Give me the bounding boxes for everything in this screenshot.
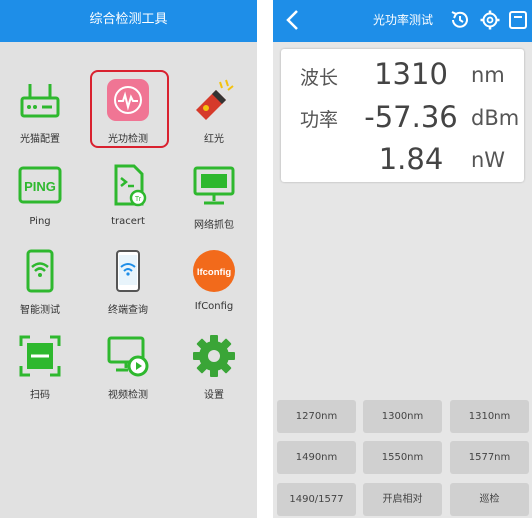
optical-power-icon (107, 79, 149, 121)
terminal-phone-icon (116, 250, 140, 292)
tool-label: 终端查询 (108, 305, 148, 316)
tool-label: Ping (29, 216, 51, 227)
tool-ping[interactable]: PING Ping (0, 164, 80, 244)
tool-label: 光功检测 (108, 134, 148, 145)
wavelength-label: 波长 (300, 67, 339, 89)
tool-smart-test[interactable]: 智能测试 (0, 249, 80, 329)
tool-optical-power[interactable]: 光功检测 (88, 78, 168, 158)
wavelength-1270-button[interactable]: 1270nm (277, 400, 356, 433)
tool-settings[interactable]: 设置 (174, 334, 254, 414)
wavelength-1300-button[interactable]: 1300nm (363, 400, 442, 433)
power-nw-value: 1.84 (378, 142, 444, 176)
red-light-flashlight-icon (196, 79, 234, 120)
power-nw-unit: nW (471, 148, 506, 172)
scan-icon (19, 335, 61, 377)
tool-tracert[interactable]: Tr tracert (88, 164, 168, 244)
ifconfig-icon: Ifconfig (193, 250, 235, 292)
optical-power-title: 光功率测试 (372, 13, 433, 27)
svg-text:Tr: Tr (135, 196, 142, 203)
tool-label: 扫码 (30, 390, 50, 401)
tools-panel: 综合检测工具 光猫配置 光功检测 红光 PING Ping Tr tracert… (0, 0, 257, 518)
readings-card: 波长 1310 nm 功率 -57.36 dBm 1.84 nW (281, 49, 524, 182)
tool-label: 智能测试 (20, 305, 60, 316)
tools-header: 综合检测工具 (0, 0, 257, 42)
power-label: 功率 (300, 109, 339, 131)
relative-mode-button[interactable]: 开启相对 (363, 483, 442, 516)
tool-label: 红光 (204, 134, 224, 145)
tool-label: IfConfig (194, 301, 234, 312)
tool-packet-capture[interactable]: 网络抓包 (174, 164, 254, 244)
router-icon (20, 84, 60, 118)
tool-label: 网络抓包 (194, 220, 234, 231)
power-dbm-unit: dBm (471, 106, 520, 130)
wavelength-1490-button[interactable]: 1490nm (277, 441, 356, 474)
back-arrow-icon[interactable] (283, 8, 303, 32)
optical-power-panel: 光功率测试 波长 1310 nm 功率 -57.36 dBm 1.84 nW 1… (273, 0, 532, 518)
wavelength-1490-1577-button[interactable]: 1490/1577 (277, 483, 356, 516)
monitor-icon (193, 166, 235, 205)
tool-video-check[interactable]: 视频检测 (88, 334, 168, 414)
optical-power-header: 光功率测试 (273, 0, 532, 42)
wavelength-1550-button[interactable]: 1550nm (363, 441, 442, 474)
wavelength-1577-button[interactable]: 1577nm (450, 441, 529, 474)
tool-optical-modem-config[interactable]: 光猫配置 (0, 78, 80, 158)
tool-label: 光猫配置 (20, 134, 60, 145)
wavelength-unit: nm (471, 63, 505, 87)
tool-label: 设置 (204, 390, 224, 401)
power-dbm-value: -57.36 (364, 100, 458, 134)
tool-scan[interactable]: 扫码 (0, 334, 80, 414)
ifconfig-icon-text: Ifconfig (197, 267, 231, 278)
tools-title: 综合检测工具 (89, 12, 168, 27)
tool-red-light[interactable]: 红光 (174, 78, 254, 158)
tool-ifconfig[interactable]: Ifconfig IfConfig (174, 249, 254, 329)
tool-label: tracert (111, 216, 145, 227)
ping-icon: PING (18, 166, 62, 204)
inspection-button[interactable]: 巡检 (450, 483, 529, 516)
save-icon[interactable] (507, 9, 529, 31)
history-icon[interactable] (449, 9, 471, 31)
wavelength-1310-button[interactable]: 1310nm (450, 400, 529, 433)
ping-icon-text: PING (24, 179, 56, 194)
wavelength-value: 1310 (374, 57, 448, 91)
settings-icon[interactable] (479, 9, 501, 31)
tool-label: 视频检测 (108, 390, 148, 401)
gear-icon (193, 335, 235, 377)
wifi-phone-icon (26, 249, 54, 293)
video-check-icon (107, 336, 149, 377)
tracert-file-icon: Tr (114, 164, 147, 207)
tool-terminal-query[interactable]: 终端查询 (88, 249, 168, 329)
